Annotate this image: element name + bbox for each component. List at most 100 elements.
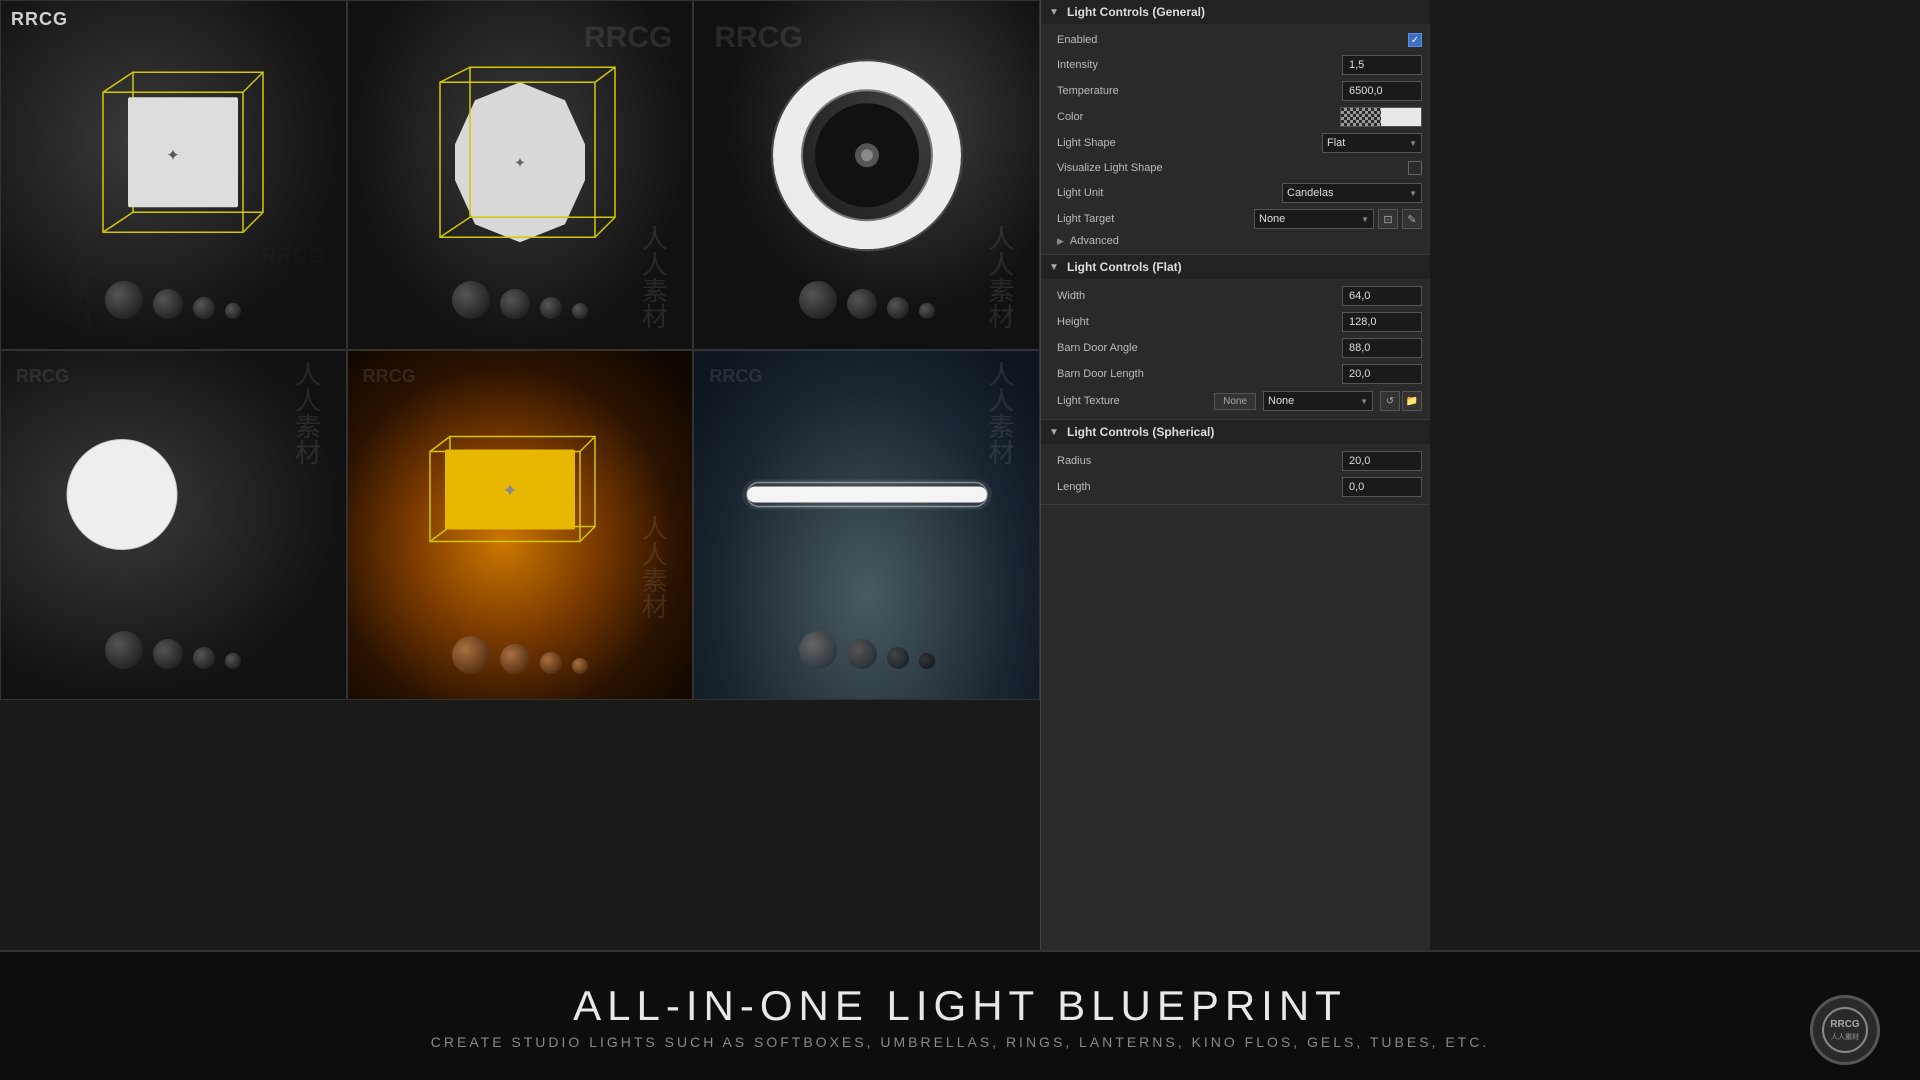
prop-light-texture-row: Light Texture None None ▼ ↺ 📁	[1041, 387, 1430, 415]
visualize-checkbox[interactable]	[1408, 161, 1422, 175]
balls-row-vp1	[105, 281, 241, 319]
section-spherical-header[interactable]: ▼ Light Controls (Spherical)	[1041, 420, 1430, 444]
banner-title: ALL-IN-ONE LIGHT BLUEPRINT	[573, 982, 1347, 1030]
ball-vp2-3	[540, 297, 562, 319]
wm-vp4: RRCG	[16, 366, 69, 387]
color-white	[1381, 108, 1421, 126]
prop-barn-door-length-row: Barn Door Length 20,0	[1041, 361, 1430, 387]
ball-vp5-1	[452, 636, 490, 674]
ball-vp6-4	[919, 653, 935, 669]
prop-length-value: 0,0	[1342, 477, 1422, 497]
prop-light-unit-label: Light Unit	[1057, 187, 1282, 199]
ball-vp1-1	[105, 281, 143, 319]
light-target-pick-btn[interactable]: ⊡	[1378, 209, 1398, 229]
prop-color-label: Color	[1057, 111, 1340, 123]
prop-advanced-label[interactable]: Advanced	[1070, 235, 1422, 247]
ball-vp2-4	[572, 303, 588, 319]
prop-light-target-value: None ▼ ⊡ ✎	[1254, 209, 1422, 229]
section-spherical-arrow: ▼	[1049, 426, 1061, 438]
prop-width-value: 64,0	[1342, 286, 1422, 306]
section-general-arrow: ▼	[1049, 6, 1061, 18]
ball-vp1-3	[193, 297, 215, 319]
viewport-4: RRCG 人人素材	[0, 350, 347, 700]
advanced-arrow: ▶	[1057, 236, 1064, 247]
prop-barn-door-angle-row: Barn Door Angle 88,0	[1041, 335, 1430, 361]
section-flat-header[interactable]: ▼ Light Controls (Flat)	[1041, 255, 1430, 279]
prop-light-unit-value: Candelas ▼	[1282, 183, 1422, 203]
viewport-6: RRCG 人人素材	[693, 350, 1040, 700]
width-input[interactable]: 64,0	[1342, 286, 1422, 306]
light-target-select[interactable]: None ▼	[1254, 209, 1374, 229]
prop-light-texture-value: None None ▼ ↺ 📁	[1214, 391, 1422, 411]
rrcg-brand-vp1: RRCG	[11, 9, 68, 30]
prop-color-value	[1340, 107, 1422, 127]
texture-browse-btn[interactable]: 📁	[1402, 391, 1422, 411]
ball-vp4-3	[193, 647, 215, 669]
prop-height-row: Height 128,0	[1041, 309, 1430, 335]
ball-vp6-1	[799, 631, 837, 669]
ball-vp5-3	[540, 652, 562, 674]
ball-vp5-2	[500, 644, 530, 674]
prop-temperature-row: Temperature 6500,0	[1041, 78, 1430, 104]
top-section: RRCG ✦	[0, 0, 1920, 950]
temperature-input[interactable]: 6500,0	[1342, 81, 1422, 101]
section-flat-title: Light Controls (Flat)	[1067, 260, 1182, 274]
section-general-header[interactable]: ▼ Light Controls (General)	[1041, 0, 1430, 24]
viewport-2: ✦ RRCG 人人素材	[347, 0, 694, 350]
right-panel: ▼ Light Controls (General) Enabled Inten…	[1040, 0, 1430, 950]
light-target-arrow: ▼	[1361, 215, 1369, 224]
balls-row-vp5	[452, 636, 588, 674]
texture-select[interactable]: None ▼	[1263, 391, 1373, 411]
ball-vp6-2	[847, 639, 877, 669]
wm-vp3: RRCG	[714, 21, 802, 55]
ball-vp1-4	[225, 303, 241, 319]
prop-temperature-label: Temperature	[1057, 85, 1342, 97]
svg-text:人人素材: 人人素材	[1831, 1032, 1859, 1041]
banner-logo: RRCG 人人素材	[1810, 995, 1880, 1065]
ball-vp4-1	[105, 631, 143, 669]
prop-radius-label: Radius	[1057, 455, 1342, 467]
height-input[interactable]: 128,0	[1342, 312, 1422, 332]
prop-barn-door-angle-label: Barn Door Angle	[1057, 342, 1342, 354]
length-input[interactable]: 0,0	[1342, 477, 1422, 497]
texture-refresh-btn[interactable]: ↺	[1380, 391, 1400, 411]
ball-vp5-4	[572, 658, 588, 674]
prop-barn-door-angle-value: 88,0	[1342, 338, 1422, 358]
prop-visualize-value	[1408, 161, 1422, 175]
barn-door-angle-input[interactable]: 88,0	[1342, 338, 1422, 358]
light-target-edit-btn[interactable]: ✎	[1402, 209, 1422, 229]
ball-vp3-3	[887, 297, 909, 319]
logo-circle: RRCG 人人素材	[1810, 995, 1880, 1065]
enabled-checkbox[interactable]	[1408, 33, 1422, 47]
ball-vp2-1	[452, 281, 490, 319]
balls-row-vp3	[799, 281, 935, 319]
intensity-input[interactable]: 1,5	[1342, 55, 1422, 75]
section-general: ▼ Light Controls (General) Enabled Inten…	[1041, 0, 1430, 255]
wm-vp2-zh: 人人素材	[635, 225, 672, 329]
prop-length-label: Length	[1057, 481, 1342, 493]
prop-advanced-row: ▶ Advanced	[1041, 232, 1430, 250]
ball-vp6-3	[887, 647, 909, 669]
light-unit-arrow: ▼	[1409, 189, 1417, 198]
prop-light-unit-row: Light Unit Candelas ▼	[1041, 180, 1430, 206]
light-shape-select[interactable]: Flat ▼	[1322, 133, 1422, 153]
prop-light-target-row: Light Target None ▼ ⊡ ✎	[1041, 206, 1430, 232]
viewport-5: ✦ RRCG 人人素材	[347, 350, 694, 700]
wm-vp3-zh: 人人素材	[982, 225, 1019, 329]
wm-vp6: RRCG	[709, 366, 762, 387]
ball-vp3-1	[799, 281, 837, 319]
texture-select-arrow: ▼	[1360, 397, 1368, 406]
section-general-body: Enabled Intensity 1,5 Tempe	[1041, 24, 1430, 254]
light-unit-select[interactable]: Candelas ▼	[1282, 183, 1422, 203]
radius-input[interactable]: 20,0	[1342, 451, 1422, 471]
svg-text:✦: ✦	[167, 147, 180, 164]
color-checker	[1341, 108, 1381, 126]
prop-intensity-label: Intensity	[1057, 59, 1342, 71]
prop-barn-door-length-value: 20,0	[1342, 364, 1422, 384]
color-swatch[interactable]	[1340, 107, 1422, 127]
barn-door-length-input[interactable]: 20,0	[1342, 364, 1422, 384]
prop-enabled-label: Enabled	[1057, 34, 1408, 46]
section-flat: ▼ Light Controls (Flat) Width 64,0 Heigh…	[1041, 255, 1430, 420]
prop-visualize-label: Visualize Light Shape	[1057, 162, 1408, 174]
prop-width-row: Width 64,0	[1041, 283, 1430, 309]
